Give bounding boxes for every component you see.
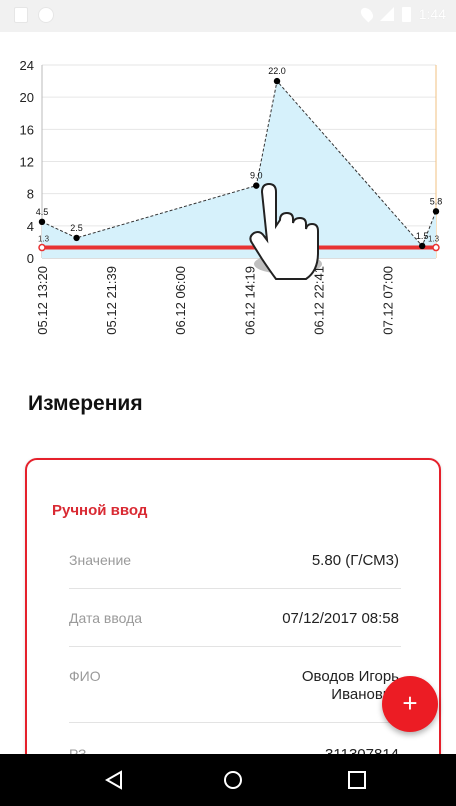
- y-tick-label: 0: [27, 251, 34, 266]
- android-icon: [38, 7, 54, 23]
- data-label: 1.5: [416, 231, 429, 241]
- row-label: Значение: [69, 552, 132, 568]
- baseline-point: [432, 243, 440, 252]
- data-label: 4.5: [36, 207, 49, 217]
- baseline-label: 1.3: [428, 235, 440, 244]
- data-point: [73, 234, 80, 242]
- status-time: 1:44: [418, 6, 446, 22]
- measurement-card[interactable]: Ручной ввод Значение 5.80 (Г/СМ3) Дата в…: [25, 458, 441, 788]
- navigation-bar: [0, 754, 456, 806]
- notification-icons: [14, 7, 54, 23]
- data-point: [418, 242, 426, 250]
- data-point: [273, 77, 281, 85]
- data-label: 9.0: [250, 171, 263, 181]
- x-tick-label: 06.12 14:19: [242, 266, 257, 335]
- card-title: Ручной ввод: [52, 502, 148, 519]
- x-tick-label: 07.12 07:00: [381, 266, 396, 335]
- x-tick-label: 05.12 13:20: [35, 266, 50, 335]
- back-icon[interactable]: [85, 754, 145, 806]
- row-text-line1: Оводов Игорь: [301, 668, 399, 685]
- data-point: [432, 208, 440, 215]
- row-label: ФИО: [69, 668, 101, 684]
- measurement-chart[interactable]: 0 4 8 12 16 20 24 1.3 1.3 4.5 2.5 9.0 22.0 1.5 5.8 05.1…: [0, 32, 456, 372]
- data-point: [253, 182, 260, 189]
- signal-icon: [379, 7, 394, 21]
- divider: [69, 646, 401, 647]
- baseline-point: [38, 243, 46, 252]
- sd-card-icon: [14, 7, 28, 23]
- recent-apps-icon[interactable]: [327, 754, 387, 806]
- location-icon: [358, 5, 376, 23]
- divider: [69, 722, 401, 723]
- row-date: Дата ввода 07/12/2017 08:58: [69, 610, 439, 630]
- y-tick-label: 24: [20, 58, 34, 73]
- row-label: Дата ввода: [69, 610, 143, 626]
- home-icon[interactable]: [203, 754, 263, 806]
- row-text: 5.80 (Г/СМ3): [311, 552, 399, 569]
- status-bar: 1:44: [0, 0, 456, 32]
- y-tick-label: 8: [27, 187, 34, 202]
- x-tick-label: 06.12 22:41: [311, 266, 326, 335]
- x-tick-label: 05.12 21:39: [104, 266, 119, 335]
- data-label: 22.0: [268, 66, 286, 76]
- y-tick-label: 12: [20, 155, 34, 170]
- add-button[interactable]: +: [382, 676, 438, 732]
- row-value: Значение 5.80 (Г/СМ3): [69, 552, 439, 572]
- data-point: [38, 218, 46, 226]
- y-tick-label: 16: [20, 122, 34, 137]
- row-text: 07/12/2017 08:58: [282, 610, 399, 627]
- baseline-label: 1.3: [38, 235, 50, 244]
- y-tick-label: 4: [27, 219, 34, 234]
- battery-icon: [401, 6, 411, 22]
- section-title: Измерения: [28, 392, 143, 415]
- area-fill: [42, 81, 436, 258]
- chart-svg[interactable]: 0 4 8 12 16 20 24 1.3 1.3 4.5 2.5 9.0 22.0 1.5 5.8 05.1…: [0, 32, 456, 372]
- data-label: 5.8: [430, 196, 443, 206]
- data-label: 2.5: [70, 223, 83, 233]
- x-tick-label: 06.12 06:00: [173, 266, 188, 335]
- y-tick-label: 20: [20, 90, 34, 105]
- divider: [69, 588, 401, 589]
- system-icons: 1:44: [358, 5, 446, 23]
